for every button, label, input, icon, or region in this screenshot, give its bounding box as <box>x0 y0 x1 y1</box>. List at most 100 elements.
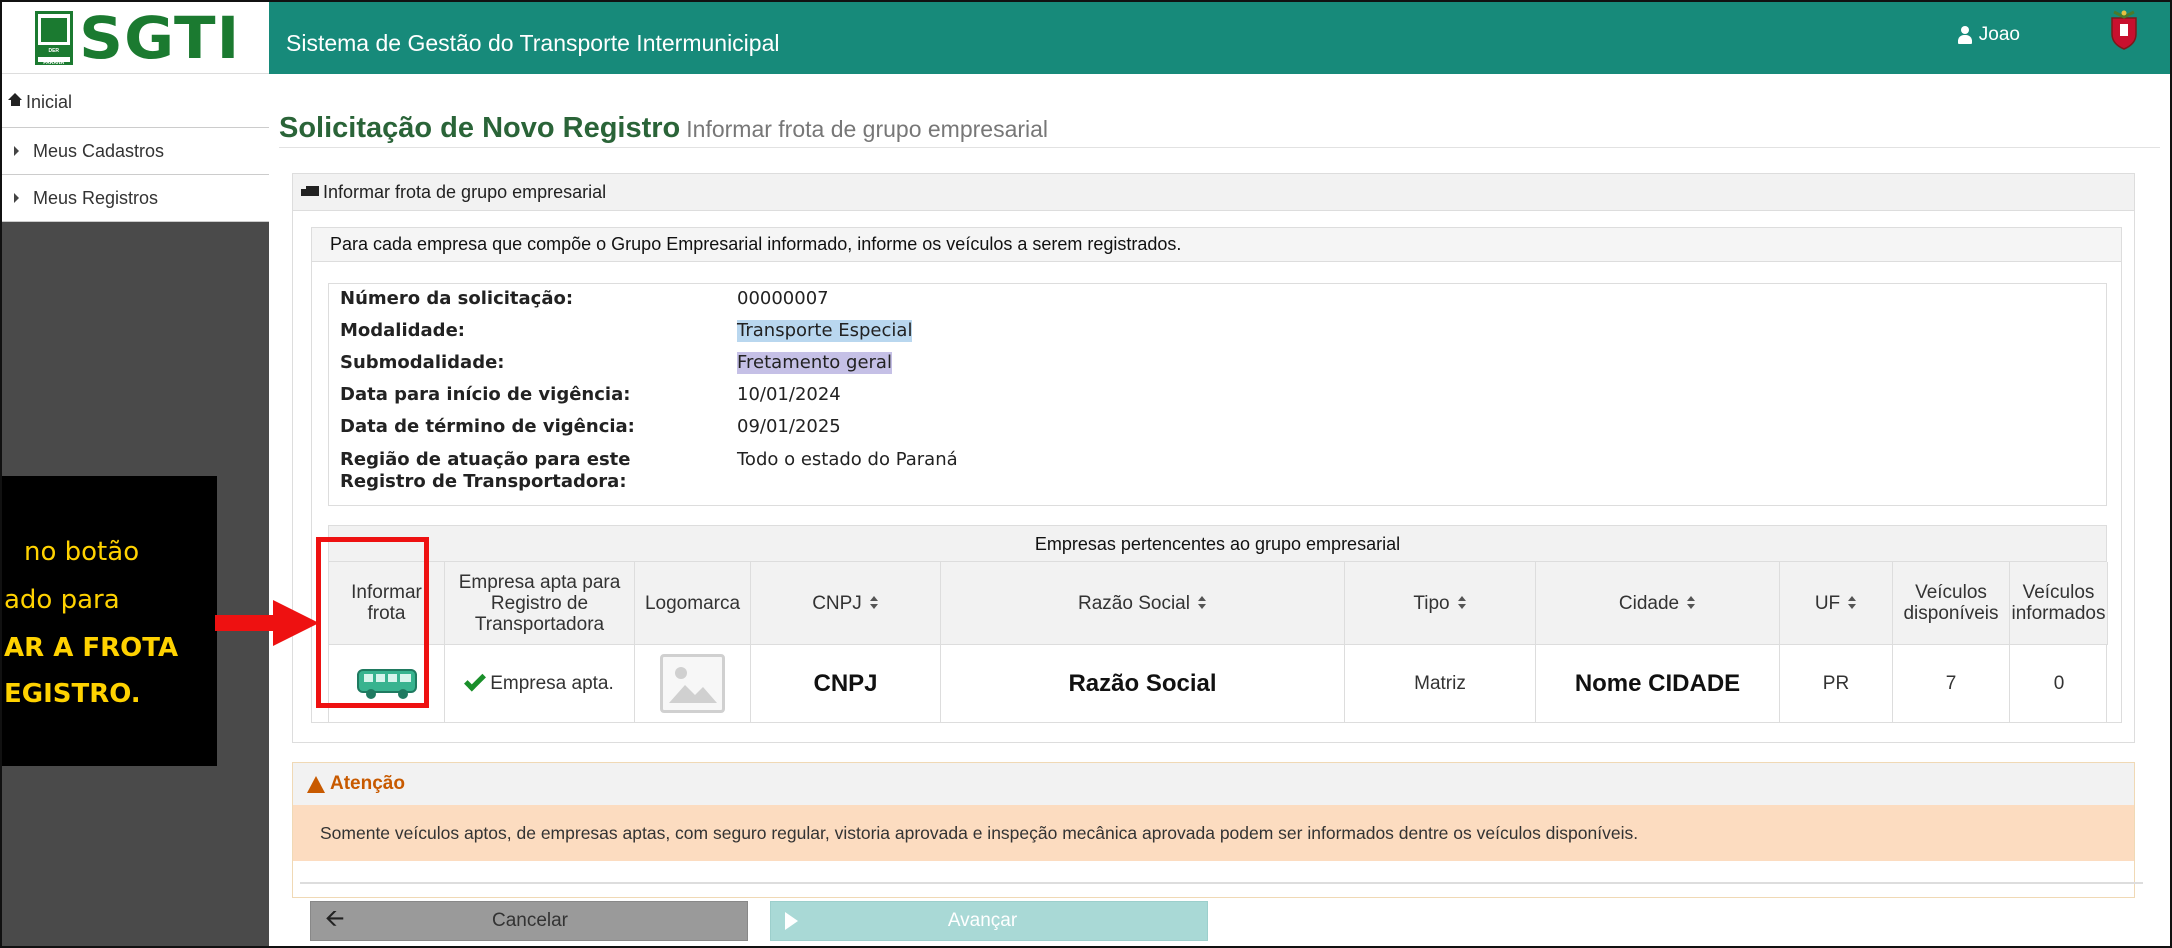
col-header-logomarca: Logomarca <box>635 562 751 645</box>
instruction-callout: no botão ado para AR A FROTA EGISTRO. <box>2 476 217 766</box>
sidebar-item-label: Meus Cadastros <box>33 140 165 161</box>
header-line: Transportadora <box>474 613 605 635</box>
request-info: Número da solicitação: 00000007 Modalida… <box>328 283 2107 506</box>
next-button[interactable]: Avançar <box>770 901 1208 941</box>
header-line: Logomarca <box>644 592 741 614</box>
col-header-empresa-apta: Empresa apta para Registro de Transportado… <box>445 562 635 645</box>
sidebar-item-label: Meus Registros <box>33 187 159 208</box>
main-content: Solicitação de Novo Registro Informar fro… <box>269 74 2170 946</box>
header-line: UF <box>1814 592 1841 614</box>
cancel-button[interactable]: 🡨 Cancelar <box>310 901 748 941</box>
callout-line: AR A FROTA <box>4 633 179 663</box>
group-companies-box: Para cada empresa que compõe o Grupo Emp… <box>311 227 2122 723</box>
home-icon <box>8 93 23 106</box>
col-header-razao-social[interactable]: Razão Social <box>941 562 1345 645</box>
col-header-veiculos-disponiveis: Veículos disponíveis <box>1893 562 2010 645</box>
sort-icon <box>1687 596 1696 610</box>
header-line: Empresa apta para <box>458 571 621 593</box>
sidebar-item-inicial[interactable]: Inicial <box>2 74 269 128</box>
attention-alert: Atenção Somente veículos aptos, de empre… <box>292 762 2135 898</box>
table-cell-logomarca <box>635 645 751 722</box>
table-cell-cidade: Nome CIDADE <box>1536 645 1780 722</box>
truck-icon <box>301 185 319 199</box>
col-header-cnpj[interactable]: CNPJ <box>751 562 941 645</box>
user-menu[interactable]: Joao <box>1957 24 2020 46</box>
header-line: Razão Social <box>1078 592 1190 614</box>
col-header-uf[interactable]: UF <box>1780 562 1893 645</box>
col-header-tipo[interactable]: Tipo <box>1345 562 1536 645</box>
sort-icon <box>1457 596 1467 610</box>
alert-message: Somente veículos aptos, de empresas apta… <box>293 805 2134 861</box>
der-parana-logo-badge: DER PARANÁ <box>34 10 73 66</box>
panel-heading-text: Informar frota de grupo empresarial <box>323 181 607 202</box>
instructions-text: Para cada empresa que compõe o Grupo Emp… <box>312 228 2121 262</box>
header-line: Registro de <box>490 592 589 614</box>
caret-right-icon <box>14 193 19 203</box>
sort-icon <box>1848 596 1857 610</box>
top-navbar: Sistema de Gestão do Transporte Intermun… <box>269 2 2170 74</box>
info-value: 09/01/2025 <box>737 416 841 437</box>
app-title: Sistema de Gestão do Transporte Intermun… <box>286 30 780 56</box>
info-label: Região de atuação para este <box>340 449 631 470</box>
header-line: CNPJ <box>812 592 862 614</box>
page-subtitle: Informar frota de grupo empresarial <box>686 116 1049 142</box>
parana-crest-icon <box>2111 10 2137 50</box>
table-grid: Informar frota Empresa apta para Registro … <box>329 562 2108 722</box>
table-cell-cnpj: CNPJ <box>751 645 941 722</box>
alert-title: Atenção <box>330 773 405 794</box>
user-name: Joao <box>1978 24 2020 45</box>
col-header-veiculos-informados: Veículos informados <box>2010 562 2108 645</box>
sidebar-item-meus-cadastros[interactable]: Meus Cadastros <box>2 128 269 175</box>
callout-line: no botão <box>24 537 140 567</box>
header-line: informados <box>2011 603 2106 624</box>
alert-heading: Atenção <box>293 763 2134 805</box>
companies-table: Empresas pertencentes ao grupo empresari… <box>328 525 2108 723</box>
info-value: 00000007 <box>737 288 829 309</box>
caret-right-icon <box>14 146 19 156</box>
table-cell-apta: Empresa apta. <box>445 645 635 722</box>
info-value: Transporte Especial <box>737 320 913 342</box>
red-arrow-icon <box>215 600 319 646</box>
info-label: Modalidade: <box>340 320 465 341</box>
page-title-text: Solicitação de Novo Registro <box>279 112 681 144</box>
sgti-logo[interactable]: DER PARANÁ SGTI <box>2 2 269 74</box>
logo-badge-text: DER PARANÁ <box>37 45 70 66</box>
play-icon <box>785 912 798 930</box>
logo-text: SGTI <box>78 3 241 72</box>
sort-icon <box>869 596 879 610</box>
screenshot-frame: DER PARANÁ SGTI Sistema de Gestão do Tra… <box>0 0 2172 948</box>
next-button-label: Avançar <box>947 910 1018 931</box>
user-icon <box>1957 26 1972 44</box>
image-placeholder-icon <box>660 654 725 713</box>
info-label: Data de término de vigência: <box>340 416 635 437</box>
sort-icon <box>1197 596 1207 610</box>
arrow-left-icon: 🡨 <box>325 904 345 932</box>
fleet-panel: Informar frota de grupo empresarial Para… <box>292 173 2135 743</box>
cancel-button-label: Cancelar <box>491 910 569 931</box>
info-label: Submodalidade: <box>340 352 505 373</box>
col-header-cidade[interactable]: Cidade <box>1536 562 1780 645</box>
header-line: Tipo <box>1413 592 1450 614</box>
table-cell-uf: PR <box>1780 645 1893 722</box>
callout-line: EGISTRO. <box>4 679 141 709</box>
table-cell-razao-social: Razão Social <box>941 645 1345 722</box>
header-line: Veículos <box>2022 582 2095 603</box>
table-cell-tipo: Matriz <box>1345 645 1536 722</box>
header-line: disponíveis <box>1903 603 1999 624</box>
check-icon <box>464 669 487 692</box>
sidebar-menu: Inicial Meus Cadastros Meus Registros <box>2 74 269 222</box>
page-title: Solicitação de Novo Registro Informar fro… <box>279 112 2160 148</box>
info-label: Registro de Transportadora: <box>340 471 627 492</box>
sidebar-item-meus-registros[interactable]: Meus Registros <box>2 175 269 222</box>
apta-text: Empresa apta. <box>490 672 614 694</box>
highlight-box <box>316 537 429 708</box>
header-line: Cidade <box>1618 592 1680 614</box>
info-value: Todo o estado do Paraná <box>737 449 958 470</box>
info-label: Data para início de vigência: <box>340 384 631 405</box>
header-line: Veículos <box>1915 582 1987 603</box>
info-value: 10/01/2024 <box>737 384 841 405</box>
table-caption: Empresas pertencentes ao grupo empresari… <box>329 526 2106 562</box>
table-cell-veiculos-disponiveis: 7 <box>1893 645 2010 722</box>
callout-line: ado para <box>4 585 120 615</box>
divider <box>300 882 2143 884</box>
